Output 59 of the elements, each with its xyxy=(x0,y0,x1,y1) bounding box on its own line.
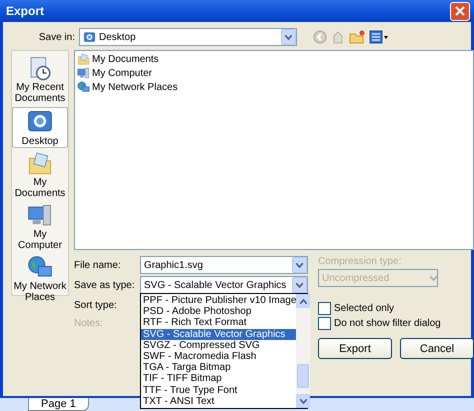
folder-icon xyxy=(26,151,54,177)
globe-computer-icon xyxy=(77,81,90,94)
file-type-option[interactable]: PPF - Picture Publisher v10 Image xyxy=(141,295,296,306)
file-item[interactable]: My Computer xyxy=(92,68,152,79)
checkbox-label: Selected only xyxy=(334,303,394,314)
folder-icon xyxy=(77,53,90,66)
dialog-button[interactable]: Export xyxy=(318,338,392,359)
up-caret-icon xyxy=(300,298,307,304)
checkbox[interactable] xyxy=(318,317,331,330)
notes-label: Notes: xyxy=(74,318,104,328)
place-item[interactable]: My Computer xyxy=(12,202,68,252)
view-menu-icon[interactable] xyxy=(369,30,389,44)
file-type-option[interactable]: SWF - Macromedia Flash xyxy=(141,350,296,362)
close-button[interactable] xyxy=(450,2,470,20)
dropdown-button[interactable] xyxy=(292,257,307,273)
file-item[interactable]: My Documents xyxy=(92,54,159,65)
save-in-dropdown[interactable]: Desktop xyxy=(79,28,297,46)
back-icon[interactable] xyxy=(313,30,327,44)
file-type-option[interactable]: TGA - Targa Bitmap xyxy=(141,362,296,374)
caret-icon xyxy=(296,262,303,268)
scrollbar[interactable] xyxy=(296,294,310,408)
file-name-field[interactable]: Graphic1.svg xyxy=(140,256,308,274)
dropdown-button[interactable] xyxy=(281,29,296,45)
computer-icon xyxy=(77,67,90,80)
file-type-option[interactable]: RTF - Rich Text Format xyxy=(141,317,296,329)
file-type-option[interactable]: SVGZ - Compressed SVG xyxy=(141,340,296,351)
caret-icon xyxy=(300,398,307,404)
save-as-type-dropdown[interactable]: SVG - Scalable Vector Graphics xyxy=(140,276,308,294)
compression-type-label: Compression type: xyxy=(318,256,402,267)
caret-icon xyxy=(285,34,292,40)
scroll-up-button[interactable] xyxy=(296,294,310,308)
file-item[interactable]: My Network Places xyxy=(92,82,178,93)
checkbox[interactable] xyxy=(318,302,331,315)
file-type-option[interactable]: TIF - TIFF Bitmap xyxy=(141,373,296,384)
scroll-down-button[interactable] xyxy=(296,394,310,408)
caret-icon xyxy=(430,276,437,280)
save-as-type-label: Save as type: xyxy=(74,280,136,290)
caret-icon xyxy=(296,282,303,288)
place-item[interactable]: My Documents xyxy=(12,150,68,200)
file-type-option[interactable]: SVG - Scalable Vector Graphics xyxy=(141,328,296,340)
place-item[interactable]: My Recent Documents xyxy=(12,55,68,105)
file-type-option[interactable]: PSD - Adobe Photoshop xyxy=(141,306,296,318)
new-folder-icon[interactable] xyxy=(349,30,365,44)
desktop-icon xyxy=(83,30,96,44)
save-in-value: Desktop xyxy=(99,32,136,42)
dropdown-button[interactable] xyxy=(292,277,307,293)
page-tab[interactable]: Page 1 xyxy=(28,398,89,411)
file-type-option[interactable]: TXT - ANSI Text xyxy=(141,396,296,407)
checkbox-label: Do not show filter dialog xyxy=(334,318,441,329)
sort-type-label: Sort type: xyxy=(74,300,118,310)
scroll-thumb[interactable] xyxy=(297,364,310,388)
place-item[interactable]: My Network Places xyxy=(12,254,68,304)
file-type-option[interactable]: TTF - True Type Font xyxy=(141,384,296,396)
place-item[interactable]: Desktop xyxy=(12,107,68,148)
window-title: Export xyxy=(6,4,44,18)
dialog-button[interactable]: Cancel xyxy=(400,338,474,359)
save-in-label: Save in: xyxy=(38,32,75,42)
close-icon xyxy=(455,6,465,16)
file-name-label: File name: xyxy=(74,260,122,270)
